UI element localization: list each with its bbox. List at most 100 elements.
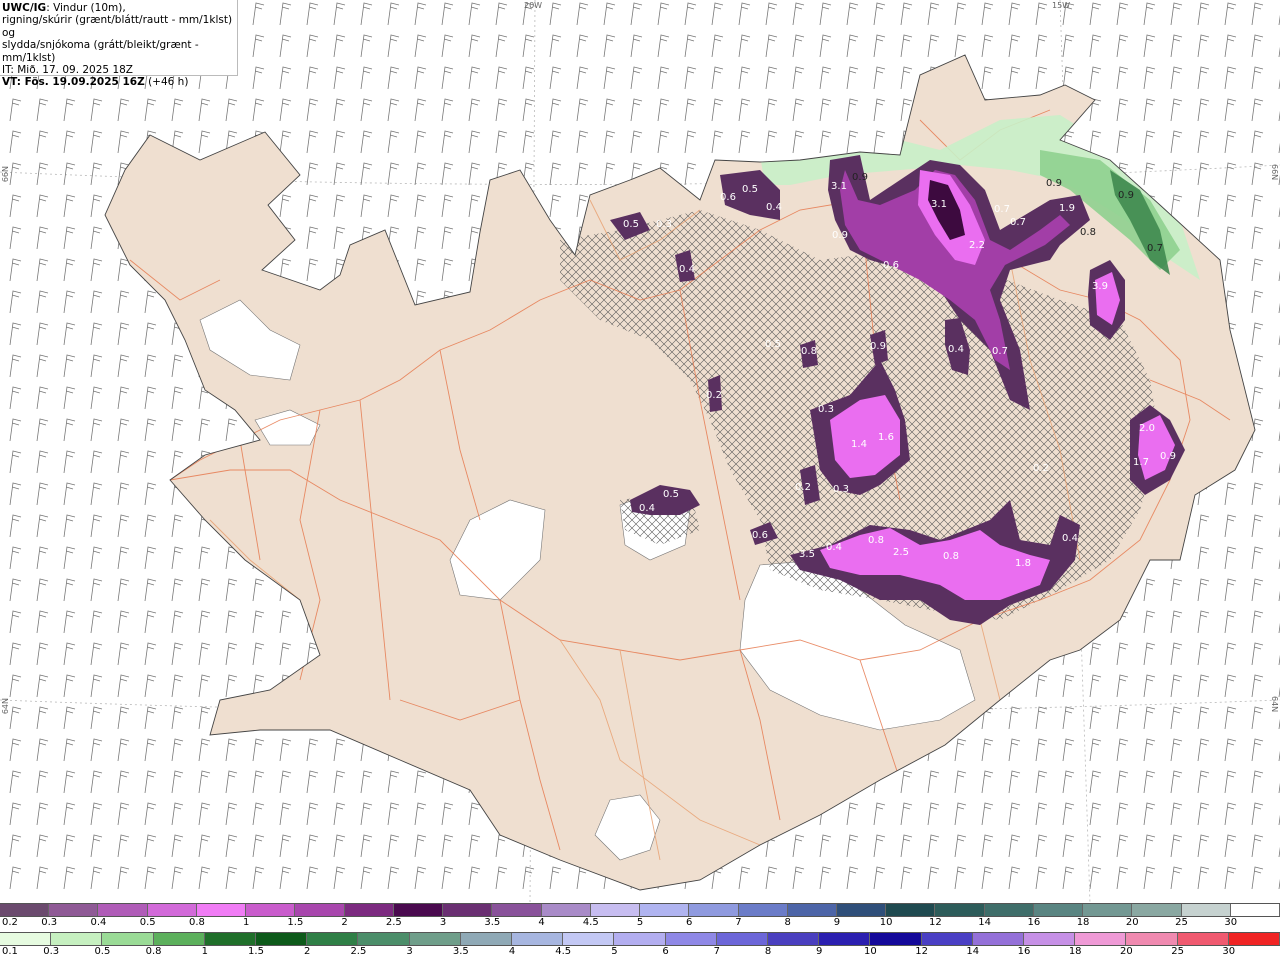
colorbar-label: 4 <box>538 917 545 928</box>
colorbar-label: 4.5 <box>555 946 572 957</box>
colorbar-swatch <box>590 904 641 916</box>
precip-label: 2.0 <box>1139 423 1155 434</box>
colorbar-swatch <box>738 904 788 916</box>
precip-label: 0.4 <box>1062 533 1078 544</box>
precip-label: 1.7 <box>1133 457 1149 468</box>
precip-label: 2.5 <box>893 547 909 558</box>
colorbar-label: 25 <box>1175 917 1188 928</box>
colorbar-swatch <box>1033 904 1084 916</box>
colorbar-label: 16 <box>1027 917 1041 928</box>
precip-label: 0.3 <box>656 219 672 230</box>
colorbar-swatch <box>836 904 887 916</box>
colorbar-label: 4.5 <box>582 917 599 928</box>
lat-label: 64N <box>1 698 10 715</box>
snow-colorbar <box>0 903 1280 917</box>
colorbar-swatch <box>49 904 99 916</box>
precip-label: 3.1 <box>931 199 947 210</box>
colorbar-label: 3 <box>406 946 413 957</box>
precip-label: 0.7 <box>1010 217 1026 228</box>
precip-label: 0.5 <box>663 489 679 500</box>
colorbar-label: 25 <box>1171 946 1184 957</box>
colorbar-label: 5 <box>611 946 618 957</box>
precip-label: 0.8 <box>868 535 884 546</box>
colorbar-swatch <box>1024 933 1076 945</box>
colorbar-swatch <box>246 904 296 916</box>
colorbar-label: 2 <box>304 946 311 957</box>
colorbar-swatch <box>0 904 50 916</box>
colorbar-swatch <box>1132 904 1182 916</box>
colorbar-label: 6 <box>686 917 693 928</box>
colorbar-swatch <box>256 933 308 945</box>
colorbar-label: 7 <box>735 917 742 928</box>
lat-label: 66N <box>1 166 10 183</box>
colorbar-label: 20 <box>1120 946 1133 957</box>
colorbar-label: 3 <box>439 917 447 928</box>
colorbar-label: 0.3 <box>43 946 60 957</box>
title-text: : Vindur (10m), <box>46 2 126 14</box>
precip-label: 0.9 <box>1160 451 1176 462</box>
colorbar-swatch <box>819 933 871 945</box>
rain-description: rigning/skúrir (grænt/blátt/rautt - mm/1… <box>2 14 233 39</box>
colorbar-label: 9 <box>816 946 823 957</box>
colorbar-swatch <box>393 904 444 916</box>
precip-label: 0.4 <box>679 264 695 275</box>
precip-label: 0.7 <box>994 204 1010 215</box>
colorbar-swatch <box>344 904 394 916</box>
colorbar-label: 18 <box>1068 946 1082 957</box>
colorbar-swatch <box>886 904 936 916</box>
colorbar-label: 12 <box>929 917 942 928</box>
precip-label: 0.5 <box>765 339 781 350</box>
precip-label: 1.8 <box>1015 558 1031 569</box>
rain-colorbar-labels: 0.1 0.3 0.5 0.8 1 1.5 2 2.5 3 3.5 4 4.5 5 6 7 8 9 10 12 14 1… <box>0 946 1280 960</box>
model-name: UWC/IG <box>2 2 47 14</box>
colorbar-swatch <box>716 933 769 945</box>
colorbar-label: 20 <box>1125 917 1139 928</box>
valid-time-line: VT: Fös. 19.09.2025 16Z (+46 h) <box>2 76 235 88</box>
precip-label: 0.9 <box>1046 178 1062 189</box>
precip-label: 0.9 <box>1118 190 1134 201</box>
colorbar-swatch <box>1177 933 1229 945</box>
colorbar-label: 0.8 <box>188 917 205 928</box>
colorbar-swatch <box>541 904 591 916</box>
precip-label: 1.9 <box>1059 203 1075 214</box>
colorbar-label: 16 <box>1017 946 1031 957</box>
colorbar-swatch <box>768 933 820 945</box>
colorbar-label: 2 <box>341 917 348 928</box>
colorbar-swatch <box>921 933 973 945</box>
colorbar-swatch <box>1230 904 1280 916</box>
colorbar-label: 4 <box>508 946 516 957</box>
colorbar-label: 8 <box>764 946 772 957</box>
precip-label: 0.5 <box>623 219 639 230</box>
colorbar-label: 0.5 <box>94 946 111 957</box>
colorbar-label: 2.5 <box>385 917 402 928</box>
precip-label: 0.8 <box>801 346 817 357</box>
colorbar-label: 14 <box>978 917 991 928</box>
colorbar-swatch <box>512 933 564 945</box>
precip-label: 0.4 <box>766 202 782 213</box>
lon-label: 20W <box>524 1 543 10</box>
colorbar-label: 7 <box>713 946 720 957</box>
precip-label: 1.6 <box>878 432 894 443</box>
colorbar-label: 2.5 <box>350 946 367 957</box>
colorbar-swatch <box>1228 933 1280 945</box>
colorbar-label: 0.3 <box>41 917 58 928</box>
rain-colorbar <box>0 932 1280 946</box>
colorbar-label: 1.5 <box>287 917 304 928</box>
colorbar-swatch <box>443 904 493 916</box>
colorbar-swatch <box>1181 904 1231 916</box>
precip-label: 3.9 <box>1092 281 1108 292</box>
colorbar-label: 14 <box>966 946 980 957</box>
lon-label: 15W <box>1052 1 1071 10</box>
colorbar-label: 1.5 <box>248 946 264 957</box>
precip-label: 0.4 <box>826 542 842 553</box>
colorbar-swatch <box>492 904 542 916</box>
precip-label: 1.4 <box>851 439 867 450</box>
lat-label: 66N <box>1270 164 1279 181</box>
snow-colorbar-labels: 0.2 0.3 0.4 0.5 0.8 1 1.5 2 2.5 3 3.5 4 4.5 5 6 7 8 9 10 12… <box>0 917 1280 931</box>
precip-label: 3.5 <box>799 549 815 560</box>
colorbar-label: 0.8 <box>145 946 162 957</box>
colorbar-label: 30 <box>1222 946 1236 957</box>
colorbar-label: 0.1 <box>2 946 18 957</box>
colorbar-label: 0.5 <box>139 917 156 928</box>
precip-label: 0.8 <box>1080 227 1096 238</box>
